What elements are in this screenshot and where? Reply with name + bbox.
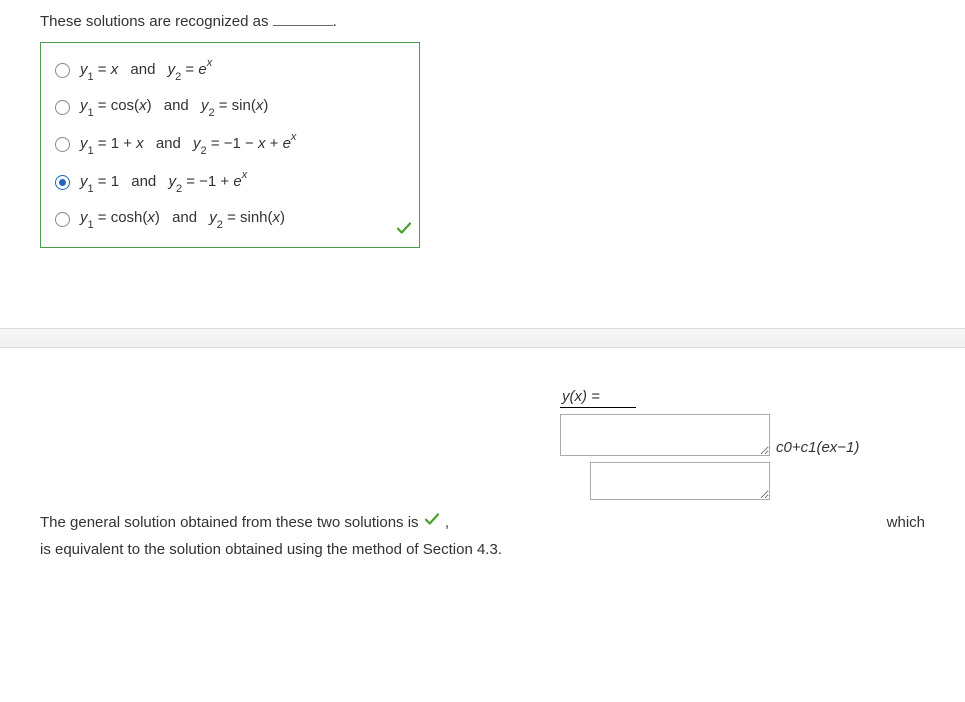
final-text-before: The general solution obtained from these… xyxy=(40,514,423,531)
option-label: y1 = x and y2 = ex xyxy=(80,59,212,81)
radio-icon[interactable] xyxy=(55,63,70,78)
option-4[interactable]: y1 = 1 and y2 = −1 + ex xyxy=(51,163,405,201)
inline-check-icon xyxy=(423,510,441,537)
option-label: y1 = cos(x) and y2 = sin(x) xyxy=(80,97,268,117)
option-1[interactable]: y1 = x and y2 = ex xyxy=(51,51,405,89)
fill-blank xyxy=(273,12,333,26)
yx-equals-label: y(x) = xyxy=(560,388,636,408)
option-2[interactable]: y1 = cos(x) and y2 = sin(x) xyxy=(51,89,405,125)
radio-icon[interactable] xyxy=(55,100,70,115)
radio-icon[interactable] xyxy=(55,137,70,152)
radio-icon[interactable] xyxy=(55,175,70,190)
answer-block: y(x) = c0+c1(ex−1) xyxy=(560,388,925,500)
prompt-prefix: These solutions are recognized as xyxy=(40,13,273,30)
question-prompt: These solutions are recognized as . xyxy=(40,12,925,30)
radio-icon[interactable] xyxy=(55,212,70,227)
final-sentence: The general solution obtained from these… xyxy=(40,510,925,562)
prompt-suffix: . xyxy=(333,13,337,30)
answer-input-1[interactable] xyxy=(560,414,770,456)
option-label: y1 = 1 + x and y2 = −1 − x + ex xyxy=(80,133,296,155)
option-label: y1 = 1 and y2 = −1 + ex xyxy=(80,171,247,193)
option-5[interactable]: y1 = cosh(x) and y2 = sinh(x) xyxy=(51,201,405,237)
option-3[interactable]: y1 = 1 + x and y2 = −1 − x + ex xyxy=(51,125,405,163)
final-which: which xyxy=(887,510,925,536)
options-box: y1 = x and y2 = ex y1 = cos(x) and y2 = … xyxy=(40,42,420,248)
answer-input-2[interactable] xyxy=(590,462,770,500)
final-comma: , xyxy=(445,514,449,531)
final-text-line2: is equivalent to the solution obtained u… xyxy=(40,541,502,558)
section-separator xyxy=(0,328,965,348)
option-label: y1 = cosh(x) and y2 = sinh(x) xyxy=(80,209,285,229)
correct-check-icon xyxy=(395,219,413,241)
expected-answer-text: c0+c1(ex−1) xyxy=(776,439,859,456)
